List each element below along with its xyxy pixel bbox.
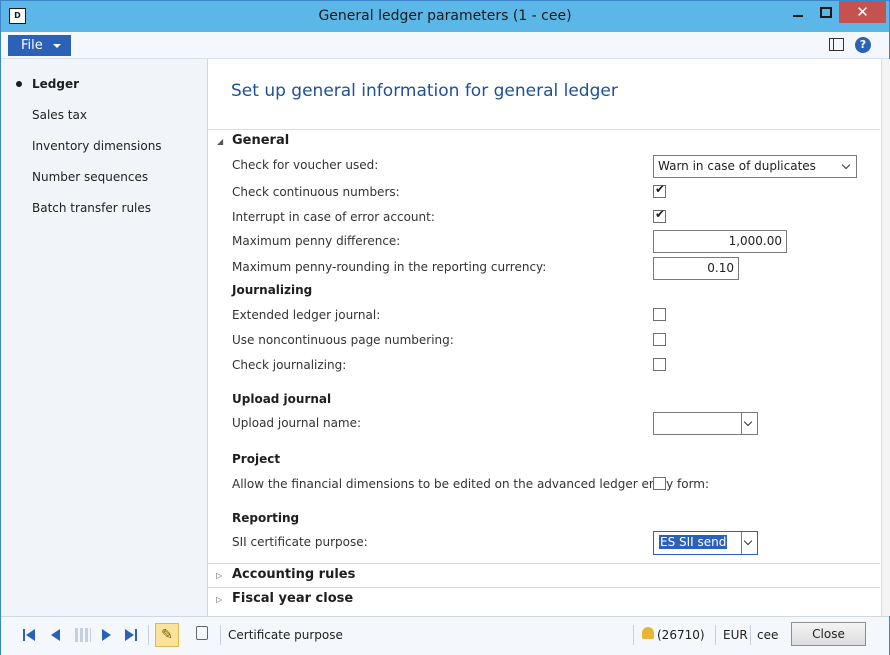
window-title: General ledger parameters (1 - cee)	[318, 8, 572, 24]
last-record-icon[interactable]	[123, 628, 139, 642]
upload-journal-header: Upload journal	[232, 392, 332, 406]
divider	[633, 625, 634, 645]
chevron-down-icon	[53, 44, 61, 48]
chevron-down-icon[interactable]	[741, 413, 757, 434]
minimize-button[interactable]	[785, 1, 811, 23]
title-bar: D General ledger parameters (1 - cee) ✕	[1, 1, 889, 32]
divider	[220, 625, 221, 645]
file-menu-button[interactable]: File	[8, 35, 71, 56]
nav-item-inventory-dimensions[interactable]: Inventory dimensions	[32, 139, 162, 153]
close-icon: ✕	[856, 3, 869, 21]
sii-purpose-label: SII certificate purpose:	[232, 535, 368, 549]
expand-arrow-icon[interactable]: ▷	[216, 595, 222, 604]
nav-item-batch-transfer-rules[interactable]: Batch transfer rules	[32, 201, 151, 215]
chevron-down-icon[interactable]	[840, 156, 856, 177]
notification-bell-icon[interactable]	[642, 627, 654, 639]
currency-indicator: EUR	[723, 628, 748, 642]
help-icon[interactable]: ?	[855, 37, 871, 53]
divider	[208, 129, 880, 130]
file-menu-label: File	[21, 38, 43, 53]
company-indicator: cee	[757, 628, 779, 642]
max-rounding-label: Maximum penny-rounding in the reporting …	[232, 260, 547, 274]
extended-journal-checkbox[interactable]	[653, 308, 666, 321]
attachment-icon[interactable]	[196, 626, 208, 640]
max-penny-input[interactable]: 1,000.00	[653, 230, 787, 253]
project-header: Project	[232, 452, 281, 466]
nav-item-number-sequences[interactable]: Number sequences	[32, 170, 148, 184]
status-help-text: Certificate purpose	[228, 628, 343, 642]
checkmark-icon: ✔	[655, 207, 666, 221]
vertical-scrollbar[interactable]	[881, 59, 890, 616]
page-title: Set up general information for general l…	[231, 81, 618, 101]
journalizing-header: Journalizing	[232, 283, 313, 297]
upload-journal-name-label: Upload journal name:	[232, 416, 362, 430]
divider	[208, 563, 880, 564]
noncontinuous-label: Use noncontinuous page numbering:	[232, 333, 454, 347]
reporting-header: Reporting	[232, 511, 300, 525]
divider	[148, 625, 149, 645]
group-header-accounting-rules[interactable]: Accounting rules	[232, 567, 355, 582]
expand-arrow-icon[interactable]: ▷	[216, 571, 222, 580]
notification-count[interactable]: (26710)	[657, 628, 705, 642]
divider	[208, 587, 880, 588]
max-penny-label: Maximum penny difference:	[232, 234, 401, 248]
check-journalizing-checkbox[interactable]	[653, 358, 666, 371]
max-rounding-input[interactable]: 0.10	[653, 257, 739, 280]
extended-journal-label: Extended ledger journal:	[232, 308, 381, 322]
edit-pencil-icon[interactable]: ✎	[155, 623, 179, 647]
voucher-label: Check for voucher used:	[232, 158, 379, 172]
maximize-button[interactable]	[812, 1, 838, 23]
status-bar: ✎ Certificate purpose (26710) EUR cee Cl…	[1, 616, 889, 655]
first-record-icon[interactable]	[22, 628, 38, 642]
project-dimensions-label: Allow the financial dimensions to be edi…	[232, 477, 710, 491]
interrupt-error-checkbox[interactable]: ✔	[653, 207, 666, 223]
nav-item-sales-tax[interactable]: Sales tax	[32, 108, 87, 122]
group-header-fiscal-year-close[interactable]: Fiscal year close	[232, 591, 353, 606]
checkmark-icon: ✔	[655, 182, 666, 196]
divider	[715, 625, 716, 645]
maximize-icon	[820, 7, 832, 18]
divider	[750, 625, 751, 645]
grid-view-icon[interactable]	[75, 628, 91, 642]
chevron-down-icon[interactable]	[741, 532, 757, 554]
sii-purpose-value: ES SII send	[659, 535, 728, 549]
close-button[interactable]: Close	[791, 622, 866, 646]
menu-bar: File ?	[1, 32, 889, 59]
next-record-icon[interactable]	[100, 628, 116, 642]
window: D General ledger parameters (1 - cee) ✕ …	[0, 0, 890, 655]
continuous-numbers-label: Check continuous numbers:	[232, 185, 400, 199]
collapse-arrow-icon[interactable]: ◢	[217, 137, 223, 146]
minimize-icon	[793, 15, 803, 17]
group-header-general[interactable]: General	[232, 133, 289, 148]
factbox-pane-icon[interactable]	[829, 38, 844, 51]
interrupt-error-label: Interrupt in case of error account:	[232, 210, 435, 224]
project-dimensions-checkbox[interactable]	[653, 477, 666, 490]
voucher-check-value: Warn in case of duplicates	[658, 159, 816, 173]
check-journalizing-label: Check journalizing:	[232, 358, 347, 372]
nav-item-ledger[interactable]: Ledger	[32, 77, 79, 91]
noncontinuous-checkbox[interactable]	[653, 333, 666, 346]
voucher-check-select[interactable]: Warn in case of duplicates	[653, 155, 857, 178]
previous-record-icon[interactable]	[47, 628, 63, 642]
selected-bullet-icon	[16, 81, 22, 87]
close-window-button[interactable]: ✕	[839, 1, 886, 23]
upload-journal-name-select[interactable]	[653, 412, 758, 435]
continuous-numbers-checkbox[interactable]: ✔	[653, 182, 666, 198]
sii-purpose-select[interactable]: ES SII send	[653, 531, 758, 555]
